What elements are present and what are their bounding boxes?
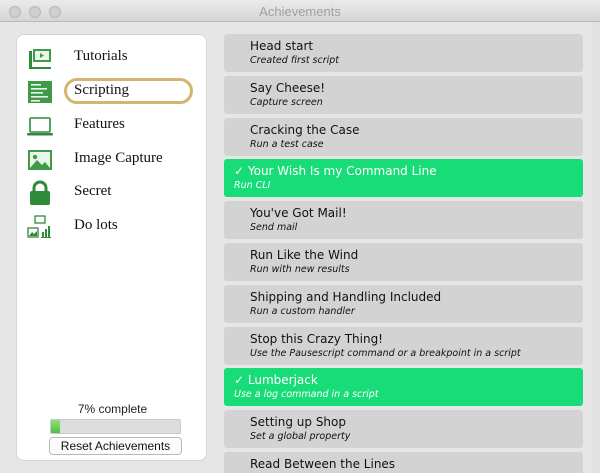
achievement-item: Say Cheese! Capture screen <box>224 76 583 114</box>
achievement-subtitle: Use a log command in a script <box>234 389 379 400</box>
achievement-title: ✓ Lumberjack <box>234 373 318 387</box>
stats-icon <box>27 215 51 238</box>
achievement-title: Setting up Shop <box>250 415 346 429</box>
reset-achievements-button[interactable]: Reset Achievements <box>49 437 182 455</box>
achievement-subtitle: Set a global property <box>250 431 351 442</box>
window-title: Achievements <box>259 4 341 19</box>
title-bar: Achievements <box>0 0 600 22</box>
lock-icon <box>30 180 50 205</box>
sidebar-item-tutorials[interactable]: Tutorials <box>17 43 208 73</box>
sidebar-item-features[interactable]: Features <box>17 111 208 141</box>
achievement-item: You've Got Mail! Send mail <box>224 201 583 239</box>
list-scrollbar[interactable] <box>592 22 600 473</box>
sidebar-item-image-capture[interactable]: Image Capture <box>17 145 208 175</box>
category-sidebar: Tutorials Scripting Features Image Captu… <box>16 34 207 461</box>
achievement-item: Setting up Shop Set a global property <box>224 410 583 448</box>
achievement-subtitle: Use the Pausescript command or a breakpo… <box>250 348 521 359</box>
sidebar-item-scripting[interactable]: Scripting <box>17 77 208 107</box>
progress-bar <box>50 419 181 434</box>
achievement-title: Head start <box>250 39 314 53</box>
achievement-title: Cracking the Case <box>250 123 360 137</box>
achievement-title: Run Like the Wind <box>250 248 359 262</box>
achievement-subtitle: Capture screen <box>250 97 323 108</box>
window-content: Tutorials Scripting Features Image Captu… <box>0 22 600 473</box>
achievement-title: Say Cheese! <box>250 81 326 95</box>
achievements-window: Achievements Tutorials Scripting Feature… <box>0 0 600 473</box>
achievement-item: Read Between the Lines <box>224 452 583 473</box>
laptop-icon <box>27 117 53 136</box>
script-icon <box>28 81 52 103</box>
achievement-subtitle: Run a custom handler <box>250 306 355 317</box>
tutorial-icon <box>29 49 51 69</box>
achievement-title: Shipping and Handling Included <box>250 290 442 304</box>
achievement-title: Read Between the Lines <box>250 457 396 471</box>
achievement-subtitle: Run a test case <box>250 139 324 150</box>
achievement-title: Stop this Crazy Thing! <box>250 332 383 346</box>
achievement-item: Stop this Crazy Thing! Use the Pausescrip… <box>224 327 583 365</box>
sidebar-item-label: Secret <box>74 183 112 199</box>
achievement-item: ✓ Your Wish Is my Command Line Run CLI <box>224 159 583 197</box>
sidebar-item-do-lots[interactable]: Do lots <box>17 212 208 242</box>
sidebar-item-label: Features <box>74 116 125 132</box>
achievement-subtitle: Send mail <box>250 222 298 233</box>
achievement-list[interactable]: Head start Created first script Say Cheese… <box>216 22 592 473</box>
achievement-title: ✓ Your Wish Is my Command Line <box>234 164 437 178</box>
achievement-title: You've Got Mail! <box>250 206 347 220</box>
achievement-item: Head start Created first script <box>224 34 583 72</box>
sidebar-item-secret[interactable]: Secret <box>17 178 208 208</box>
achievement-item: Shipping and Handling Included Run a cust… <box>224 285 583 323</box>
progress-fill <box>51 420 61 433</box>
achievement-subtitle: Created first script <box>250 55 340 66</box>
achievement-item: Cracking the Case Run a test case <box>224 118 583 156</box>
achievement-subtitle: Run with new results <box>250 264 350 275</box>
achievement-subtitle: Run CLI <box>234 180 271 191</box>
achievement-item: ✓ Lumberjack Use a log command in a scrip… <box>224 368 583 406</box>
sidebar-item-label: Do lots <box>74 217 118 233</box>
progress-label: 7% complete <box>77 402 148 416</box>
sidebar-item-label: Tutorials <box>74 48 128 64</box>
achievement-item: Run Like the Wind Run with new results <box>224 243 583 281</box>
sidebar-item-label: Image Capture <box>74 150 163 166</box>
image-icon <box>28 150 52 170</box>
sidebar-item-label: Scripting <box>74 82 129 98</box>
